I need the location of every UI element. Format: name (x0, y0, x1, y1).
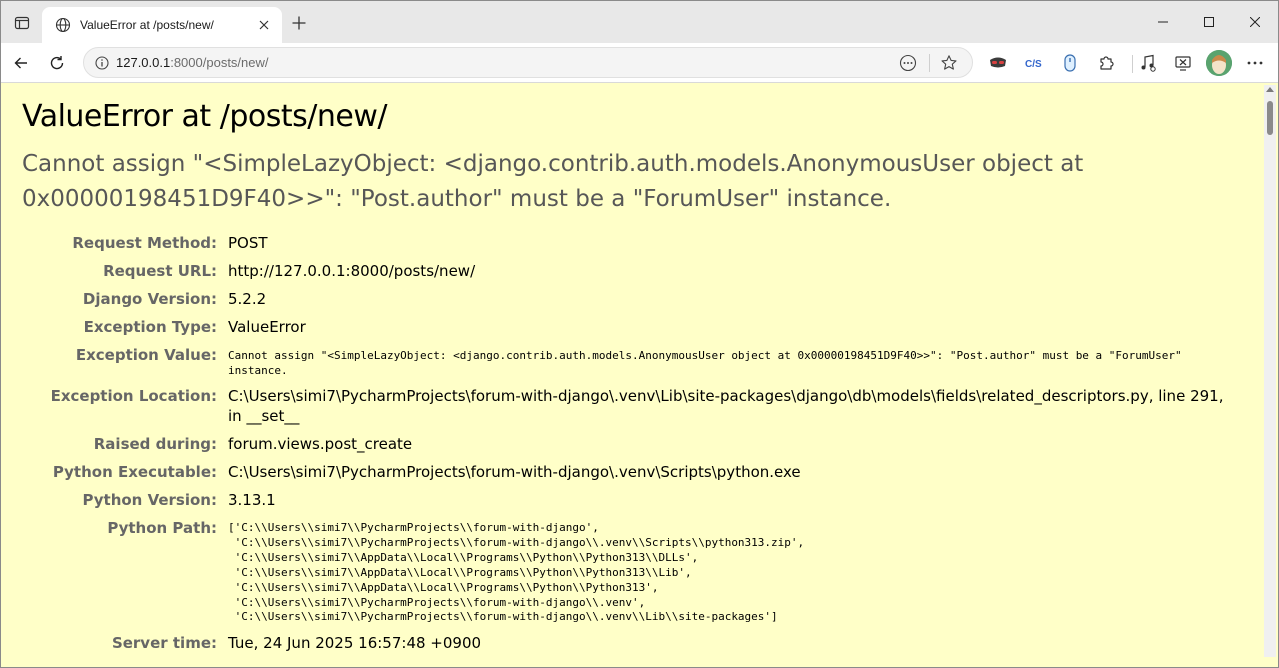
meta-value: http://127.0.0.1:8000/posts/new/ (228, 262, 476, 280)
meta-value: ValueError (228, 318, 306, 336)
tab-title: ValueError at /posts/new/ (80, 18, 214, 32)
address-divider (929, 53, 930, 72)
meta-label: Request Method: (72, 234, 217, 252)
vertical-scrollbar[interactable] (1264, 85, 1276, 657)
info-icon[interactable] (92, 53, 112, 73)
request-meta-table: Request Method: POST Request URL: http:/… (22, 229, 1238, 657)
meta-label: Server time: (111, 634, 217, 653)
meta-label: Python Path: (107, 519, 217, 537)
meta-value: C:\Users\simi7\PycharmProjects\forum-wit… (228, 387, 1224, 425)
meta-value: forum.views.post_create (228, 435, 413, 453)
url-host: 127.0.0.1 (116, 55, 171, 70)
mask-extension-icon[interactable] (984, 49, 1012, 77)
meta-value: ['C:\\Users\\simi7\\PycharmProjects\\for… (228, 514, 1238, 629)
error-summary: ValueError at /posts/new/ Cannot assign … (22, 97, 1242, 652)
meta-row-python-version: Python Version: 3.13.1 (22, 486, 1238, 514)
url-path: :8000/posts/new/ (170, 55, 269, 70)
exception-message: Cannot assign "<SimpleLazyObject: <djang… (22, 151, 1084, 212)
avatar[interactable] (1206, 50, 1232, 76)
meta-value: POST (228, 234, 268, 252)
browser-toolbar: 127.0.0.1:8000/posts/new/ C/S (1, 43, 1278, 83)
more-circle-icon[interactable] (895, 50, 921, 76)
window-controls (1140, 1, 1278, 43)
svg-text:C/S: C/S (1025, 59, 1042, 70)
close-icon[interactable] (254, 15, 274, 35)
python-path-list: ['C:\\Users\\simi7\\PycharmProjects\\for… (228, 521, 805, 624)
plus-icon[interactable] (287, 11, 311, 35)
refresh-icon[interactable] (43, 49, 71, 77)
star-icon[interactable] (936, 50, 962, 76)
meta-label: Django Version: (82, 290, 217, 308)
meta-row-request-method: Request Method: POST (22, 229, 1238, 257)
scroll-up-arrow-icon[interactable] (1266, 87, 1274, 92)
meta-label: Exception Location: (50, 387, 217, 405)
music-extension-icon[interactable] (1134, 49, 1162, 77)
close-window-icon[interactable] (1232, 1, 1278, 43)
scroll-mouse-extension-icon[interactable] (1056, 49, 1084, 77)
meta-row-exception-value: Exception Value: Cannot assign "<SimpleL… (22, 341, 1238, 382)
minimize-icon[interactable] (1140, 1, 1186, 43)
puzzle-extensions-icon[interactable] (1092, 49, 1120, 77)
meta-row-request-url: Request URL: http://127.0.0.1:8000/posts… (22, 257, 1238, 285)
meta-value: Tue, 24 Jun 2025 16:57:48 +0900 (228, 634, 482, 653)
meta-row-python-path: Python Path: ['C:\\Users\\simi7\\Pycharm… (22, 514, 1238, 629)
toolbar-divider (1132, 55, 1133, 73)
meta-value: 3.13.1 (228, 491, 276, 509)
tab-bar: ValueError at /posts/new/ (1, 1, 1278, 43)
meta-row-python-executable: Python Executable: C:\Users\simi7\Pychar… (22, 458, 1238, 486)
meta-row-django-version: Django Version: 5.2.2 (22, 285, 1238, 313)
meta-label: Request URL: (103, 262, 217, 280)
ellipsis-icon[interactable] (1241, 49, 1269, 77)
globe-icon (54, 16, 72, 34)
back-arrow-icon[interactable] (7, 49, 35, 77)
meta-label: Exception Value: (75, 346, 217, 364)
maximize-icon[interactable] (1186, 1, 1232, 43)
meta-value: Cannot assign "<SimpleLazyObject: <djang… (228, 349, 1182, 377)
meta-label: Python Version: (82, 491, 217, 509)
browser-window: ValueError at /posts/new/ 127.0.0.1:8000… (0, 0, 1279, 668)
css-extension-icon[interactable]: C/S (1020, 49, 1048, 77)
meta-label: Python Executable: (52, 463, 217, 481)
page-viewport: ValueError at /posts/new/ Cannot assign … (1, 83, 1278, 667)
screenshot-extension-icon[interactable] (1169, 49, 1197, 77)
meta-row-raised-during: Raised during: forum.views.post_create (22, 430, 1238, 458)
page-title: ValueError at /posts/new/ (22, 99, 387, 134)
meta-row-exception-type: Exception Type: ValueError (22, 313, 1238, 341)
tab-actions-icon[interactable] (9, 11, 35, 35)
scrollbar-thumb[interactable] (1267, 101, 1273, 135)
url-text[interactable]: 127.0.0.1:8000/posts/new/ (116, 55, 889, 70)
address-bar[interactable]: 127.0.0.1:8000/posts/new/ (83, 47, 973, 78)
meta-value: C:\Users\simi7\PycharmProjects\forum-wit… (228, 463, 801, 481)
meta-label: Raised during: (93, 435, 217, 453)
meta-label: Exception Type: (83, 318, 217, 336)
meta-row-server-time: Server time: Tue, 24 Jun 2025 16:57:48 +… (22, 629, 1238, 657)
active-tab[interactable]: ValueError at /posts/new/ (42, 7, 282, 43)
meta-row-exception-location: Exception Location: C:\Users\simi7\Pycha… (22, 382, 1238, 430)
meta-value: 5.2.2 (228, 290, 267, 308)
